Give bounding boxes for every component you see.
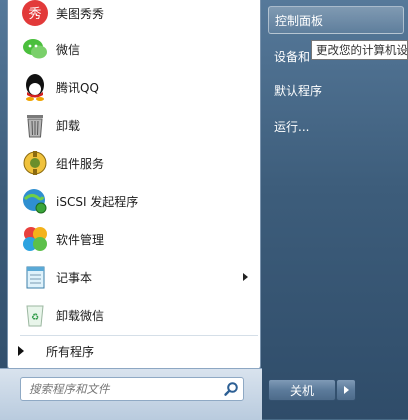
svg-text:秀: 秀 bbox=[28, 7, 41, 22]
separator bbox=[20, 335, 258, 336]
qq-icon bbox=[18, 70, 52, 104]
recycle-bin-icon: ♻ bbox=[18, 298, 52, 332]
program-label: 记事本 bbox=[56, 270, 93, 285]
meitu-icon: 秀 bbox=[18, 0, 52, 30]
all-programs-label: 所有程序 bbox=[46, 344, 95, 359]
program-component-services[interactable]: 组件服务 bbox=[18, 145, 258, 181]
control-panel-tooltip: 更改您的计算机设 bbox=[311, 40, 408, 60]
search-input[interactable] bbox=[27, 380, 221, 398]
search-box[interactable] bbox=[20, 377, 244, 401]
tooltip-text: 更改您的计算机设 bbox=[316, 43, 408, 57]
program-label: 美图秀秀 bbox=[56, 6, 105, 21]
shutdown-button[interactable]: 关机 bbox=[268, 379, 336, 401]
program-meitu[interactable]: 秀 美图秀秀 bbox=[18, 0, 258, 31]
shutdown-options-button[interactable] bbox=[336, 379, 356, 401]
run-link[interactable]: 运行... bbox=[268, 112, 408, 140]
program-software-manager[interactable]: 软件管理 bbox=[18, 221, 258, 257]
devices-label: 设备和 bbox=[274, 49, 311, 64]
program-wechat[interactable]: 微信 bbox=[18, 31, 258, 67]
programs-pane: 秀 美图秀秀 微信 腾讯QQ 卸载 组件服务 iSCSI 发起程序 软件管理 记… bbox=[7, 0, 261, 370]
program-notepad[interactable]: 记事本 bbox=[18, 259, 258, 295]
search-icon[interactable] bbox=[223, 381, 239, 397]
program-label: 卸载 bbox=[56, 118, 81, 133]
program-label: 软件管理 bbox=[56, 232, 105, 247]
program-label: 卸载微信 bbox=[56, 308, 105, 323]
control-panel-label: 控制面板 bbox=[275, 13, 324, 28]
arrow-right-icon bbox=[18, 346, 24, 356]
start-menu: 秀 美图秀秀 微信 腾讯QQ 卸载 组件服务 iSCSI 发起程序 软件管理 记… bbox=[0, 0, 408, 420]
svg-text:♻: ♻ bbox=[31, 313, 39, 323]
component-services-icon bbox=[18, 146, 52, 180]
trash-icon bbox=[18, 108, 52, 142]
program-qq[interactable]: 腾讯QQ bbox=[18, 69, 258, 105]
default-programs-link[interactable]: 默认程序 bbox=[268, 76, 408, 104]
software-manager-icon bbox=[18, 222, 52, 256]
control-panel-link[interactable]: 控制面板 bbox=[268, 6, 404, 34]
program-label: iSCSI 发起程序 bbox=[56, 194, 139, 209]
program-uninstall[interactable]: 卸载 bbox=[18, 107, 258, 143]
program-label: 腾讯QQ bbox=[56, 80, 99, 95]
program-label: 组件服务 bbox=[56, 156, 105, 171]
submenu-arrow-icon[interactable] bbox=[243, 273, 248, 281]
run-label: 运行... bbox=[274, 119, 310, 134]
notepad-icon bbox=[18, 260, 52, 294]
program-label: 微信 bbox=[56, 42, 81, 57]
program-iscsi[interactable]: iSCSI 发起程序 bbox=[18, 183, 258, 219]
default-programs-label: 默认程序 bbox=[274, 83, 323, 98]
iscsi-globe-icon bbox=[18, 184, 52, 218]
shutdown-label: 关机 bbox=[289, 383, 314, 398]
program-uninstall-wechat[interactable]: ♻ 卸载微信 bbox=[18, 297, 258, 333]
all-programs-button[interactable]: 所有程序 bbox=[18, 338, 248, 364]
chevron-right-icon bbox=[343, 386, 349, 394]
wechat-icon bbox=[18, 32, 52, 66]
